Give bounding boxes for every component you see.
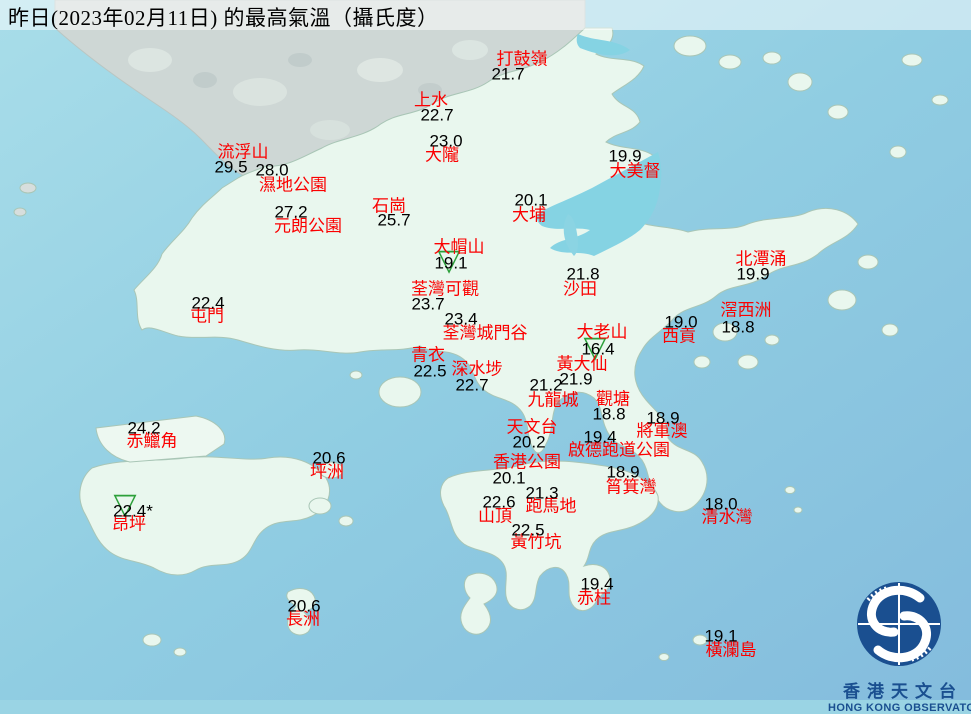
station-value: 20.1	[514, 190, 548, 210]
station-value: 18.9	[646, 408, 680, 428]
station-value: 19.1	[434, 253, 468, 273]
hko-logo-name-zh: 香港天文台	[843, 682, 963, 701]
station-value: 19.1	[704, 626, 738, 646]
stations-layer: 打鼓嶺 21.7 上水 22.7 大隴 23.0 流浮山 29.5 濕地公園 28.0 元朗公園 27…	[0, 0, 971, 700]
station-value: 29.5	[214, 157, 248, 177]
station-label: 滘西洲	[720, 300, 772, 320]
station-value: 22.6	[482, 492, 516, 512]
station-value: 22.4	[191, 293, 225, 313]
station-value: 18.8	[592, 404, 626, 424]
station-value: 19.0	[664, 312, 698, 332]
station-value: 22.5	[511, 520, 545, 540]
station-value: 19.4	[580, 574, 614, 594]
station-value: 20.2	[512, 432, 546, 452]
station-value: 21.8	[566, 264, 600, 284]
station-value: 23.7	[411, 294, 445, 314]
station-label: 大老山	[576, 322, 628, 342]
station-value: 18.8	[721, 317, 755, 337]
station-value: 18.9	[606, 462, 640, 482]
hko-logo-name-en: HONG KONG OBSERVATORY	[828, 702, 971, 714]
station-value: 27.2	[274, 202, 308, 222]
station-value: 21.2	[529, 375, 563, 395]
station-value: 22.4*	[113, 501, 153, 521]
station-value: 21.7	[491, 64, 525, 84]
station-value: 18.0	[704, 494, 738, 514]
hko-logo: 香港天文台 HONG KONG OBSERVATORY	[828, 578, 971, 714]
station-value: 19.9	[608, 146, 642, 166]
station-value: 22.7	[420, 105, 454, 125]
station-value: 28.0	[255, 160, 289, 180]
station-value: 19.4	[583, 427, 617, 447]
station-value: 25.7	[377, 210, 411, 230]
station-value: 20.1	[492, 468, 526, 488]
page-title: 昨日(2023年02月11日) 的最高氣溫（攝氏度）	[8, 6, 439, 30]
station-value: 23.4	[444, 309, 478, 329]
station-value: 21.9	[559, 369, 593, 389]
hko-logo-icon	[857, 582, 941, 666]
station-value: 22.5	[413, 361, 447, 381]
station-value: 22.7	[455, 375, 489, 395]
station-value: 23.0	[429, 131, 463, 151]
station-value: 21.3	[525, 483, 559, 503]
station-value: 24.2	[127, 418, 161, 438]
station-value: 20.6	[312, 448, 346, 468]
station-value: 19.9	[736, 264, 770, 284]
station-value: 20.6	[287, 596, 321, 616]
